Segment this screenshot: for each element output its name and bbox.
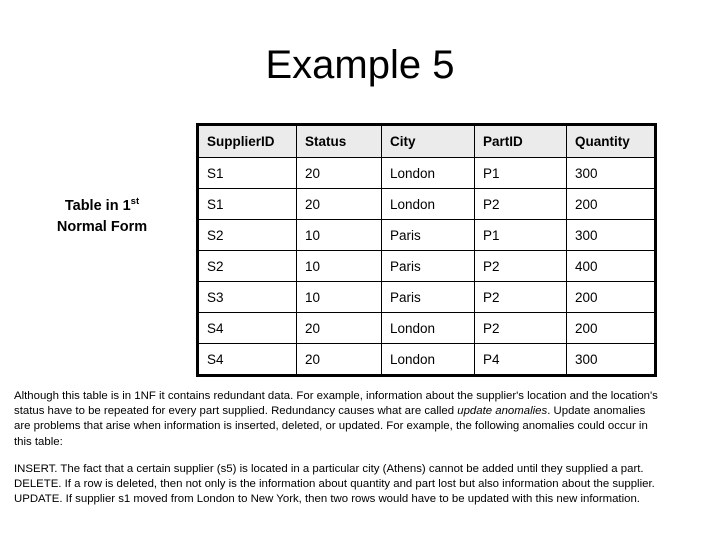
- cell-status: 20: [296, 157, 382, 189]
- cell-city: Paris: [381, 219, 475, 251]
- cell-city: London: [381, 343, 475, 376]
- table-row: S2 10 Paris P2 400: [197, 250, 656, 282]
- table-caption: Table in 1st Normal Form: [14, 196, 190, 238]
- column-header-supplierid: SupplierID: [197, 124, 297, 158]
- cell-status: 10: [296, 219, 382, 251]
- delete-anomaly-line: DELETE. If a row is deleted, then not on…: [14, 478, 655, 491]
- column-header-partid: PartID: [474, 124, 567, 158]
- cell-partid: P2: [474, 312, 567, 344]
- table-row: S4 20 London P4 300: [197, 343, 656, 376]
- cell-supplierid: S1: [197, 157, 297, 189]
- table-header-row: SupplierID Status City PartID Quantity: [197, 124, 656, 158]
- cell-supplierid: S4: [197, 343, 297, 376]
- update-anomalies-emphasis: update anomalies: [457, 405, 548, 418]
- cell-supplierid: S4: [197, 312, 297, 344]
- cell-quantity: 400: [566, 250, 656, 282]
- cell-status: 20: [296, 343, 382, 376]
- cell-supplierid: S1: [197, 188, 297, 220]
- cell-city: London: [381, 188, 475, 220]
- paragraph-1-line-3: are problems that arise when information…: [14, 420, 648, 433]
- cell-city: Paris: [381, 281, 475, 313]
- cell-partid: P2: [474, 250, 567, 282]
- table-caption-line-2: Normal Form: [56, 219, 148, 235]
- cell-partid: P2: [474, 281, 567, 313]
- cell-status: 10: [296, 281, 382, 313]
- table-caption-line-1: Table in 1st: [64, 196, 140, 214]
- column-header-status: Status: [296, 124, 382, 158]
- cell-city: London: [381, 157, 475, 189]
- table-row: S2 10 Paris P1 300: [197, 219, 656, 251]
- cell-quantity: 200: [566, 312, 656, 344]
- insert-anomaly-line: INSERT. The fact that a certain supplier…: [14, 463, 644, 475]
- cell-quantity: 300: [566, 219, 656, 251]
- data-table-container: SupplierID Status City PartID Quantity S…: [196, 123, 657, 377]
- anomaly-examples-paragraph: INSERT. The fact that a certain supplier…: [14, 462, 708, 508]
- table-row: S1 20 London P2 200: [197, 188, 656, 220]
- cell-status: 20: [296, 188, 382, 220]
- cell-supplierid: S3: [197, 281, 297, 313]
- update-anomaly-line: UPDATE. If supplier s1 moved from London…: [14, 493, 640, 506]
- paragraph-1-line-1: Although this table is in 1NF it contain…: [14, 390, 658, 402]
- cell-city: Paris: [381, 250, 475, 282]
- paragraph-1-line-2: status have to be repeated for every par…: [14, 404, 708, 419]
- cell-partid: P4: [474, 343, 567, 376]
- redundancy-explanation-paragraph: Although this table is in 1NF it contain…: [14, 389, 708, 450]
- table-row: S4 20 London P2 200: [197, 312, 656, 344]
- cell-partid: P2: [474, 188, 567, 220]
- cell-quantity: 200: [566, 188, 656, 220]
- paragraph-1-line-4: this table:: [14, 435, 63, 448]
- table-row: S3 10 Paris P2 200: [197, 281, 656, 313]
- cell-quantity: 300: [566, 343, 656, 376]
- page-title: Example 5: [265, 43, 455, 87]
- cell-supplierid: S2: [197, 219, 297, 251]
- cell-quantity: 300: [566, 157, 656, 189]
- paragraph-1-line-2-text-b: . Update anomalies: [547, 405, 646, 418]
- table-row: S1 20 London P1 300: [197, 157, 656, 189]
- cell-supplierid: S2: [197, 250, 297, 282]
- supplier-part-table: SupplierID Status City PartID Quantity S…: [196, 123, 657, 377]
- cell-city: London: [381, 312, 475, 344]
- paragraph-1-line-2-text-a: status have to be repeated for every par…: [14, 405, 458, 418]
- cell-quantity: 200: [566, 281, 656, 313]
- cell-status: 20: [296, 312, 382, 344]
- cell-partid: P1: [474, 219, 567, 251]
- table-caption-line-1-text: Table in 1: [64, 198, 131, 214]
- cell-status: 10: [296, 250, 382, 282]
- table-caption-ordinal-suffix: st: [130, 196, 140, 208]
- column-header-quantity: Quantity: [566, 124, 656, 158]
- column-header-city: City: [381, 124, 475, 158]
- cell-partid: P1: [474, 157, 567, 189]
